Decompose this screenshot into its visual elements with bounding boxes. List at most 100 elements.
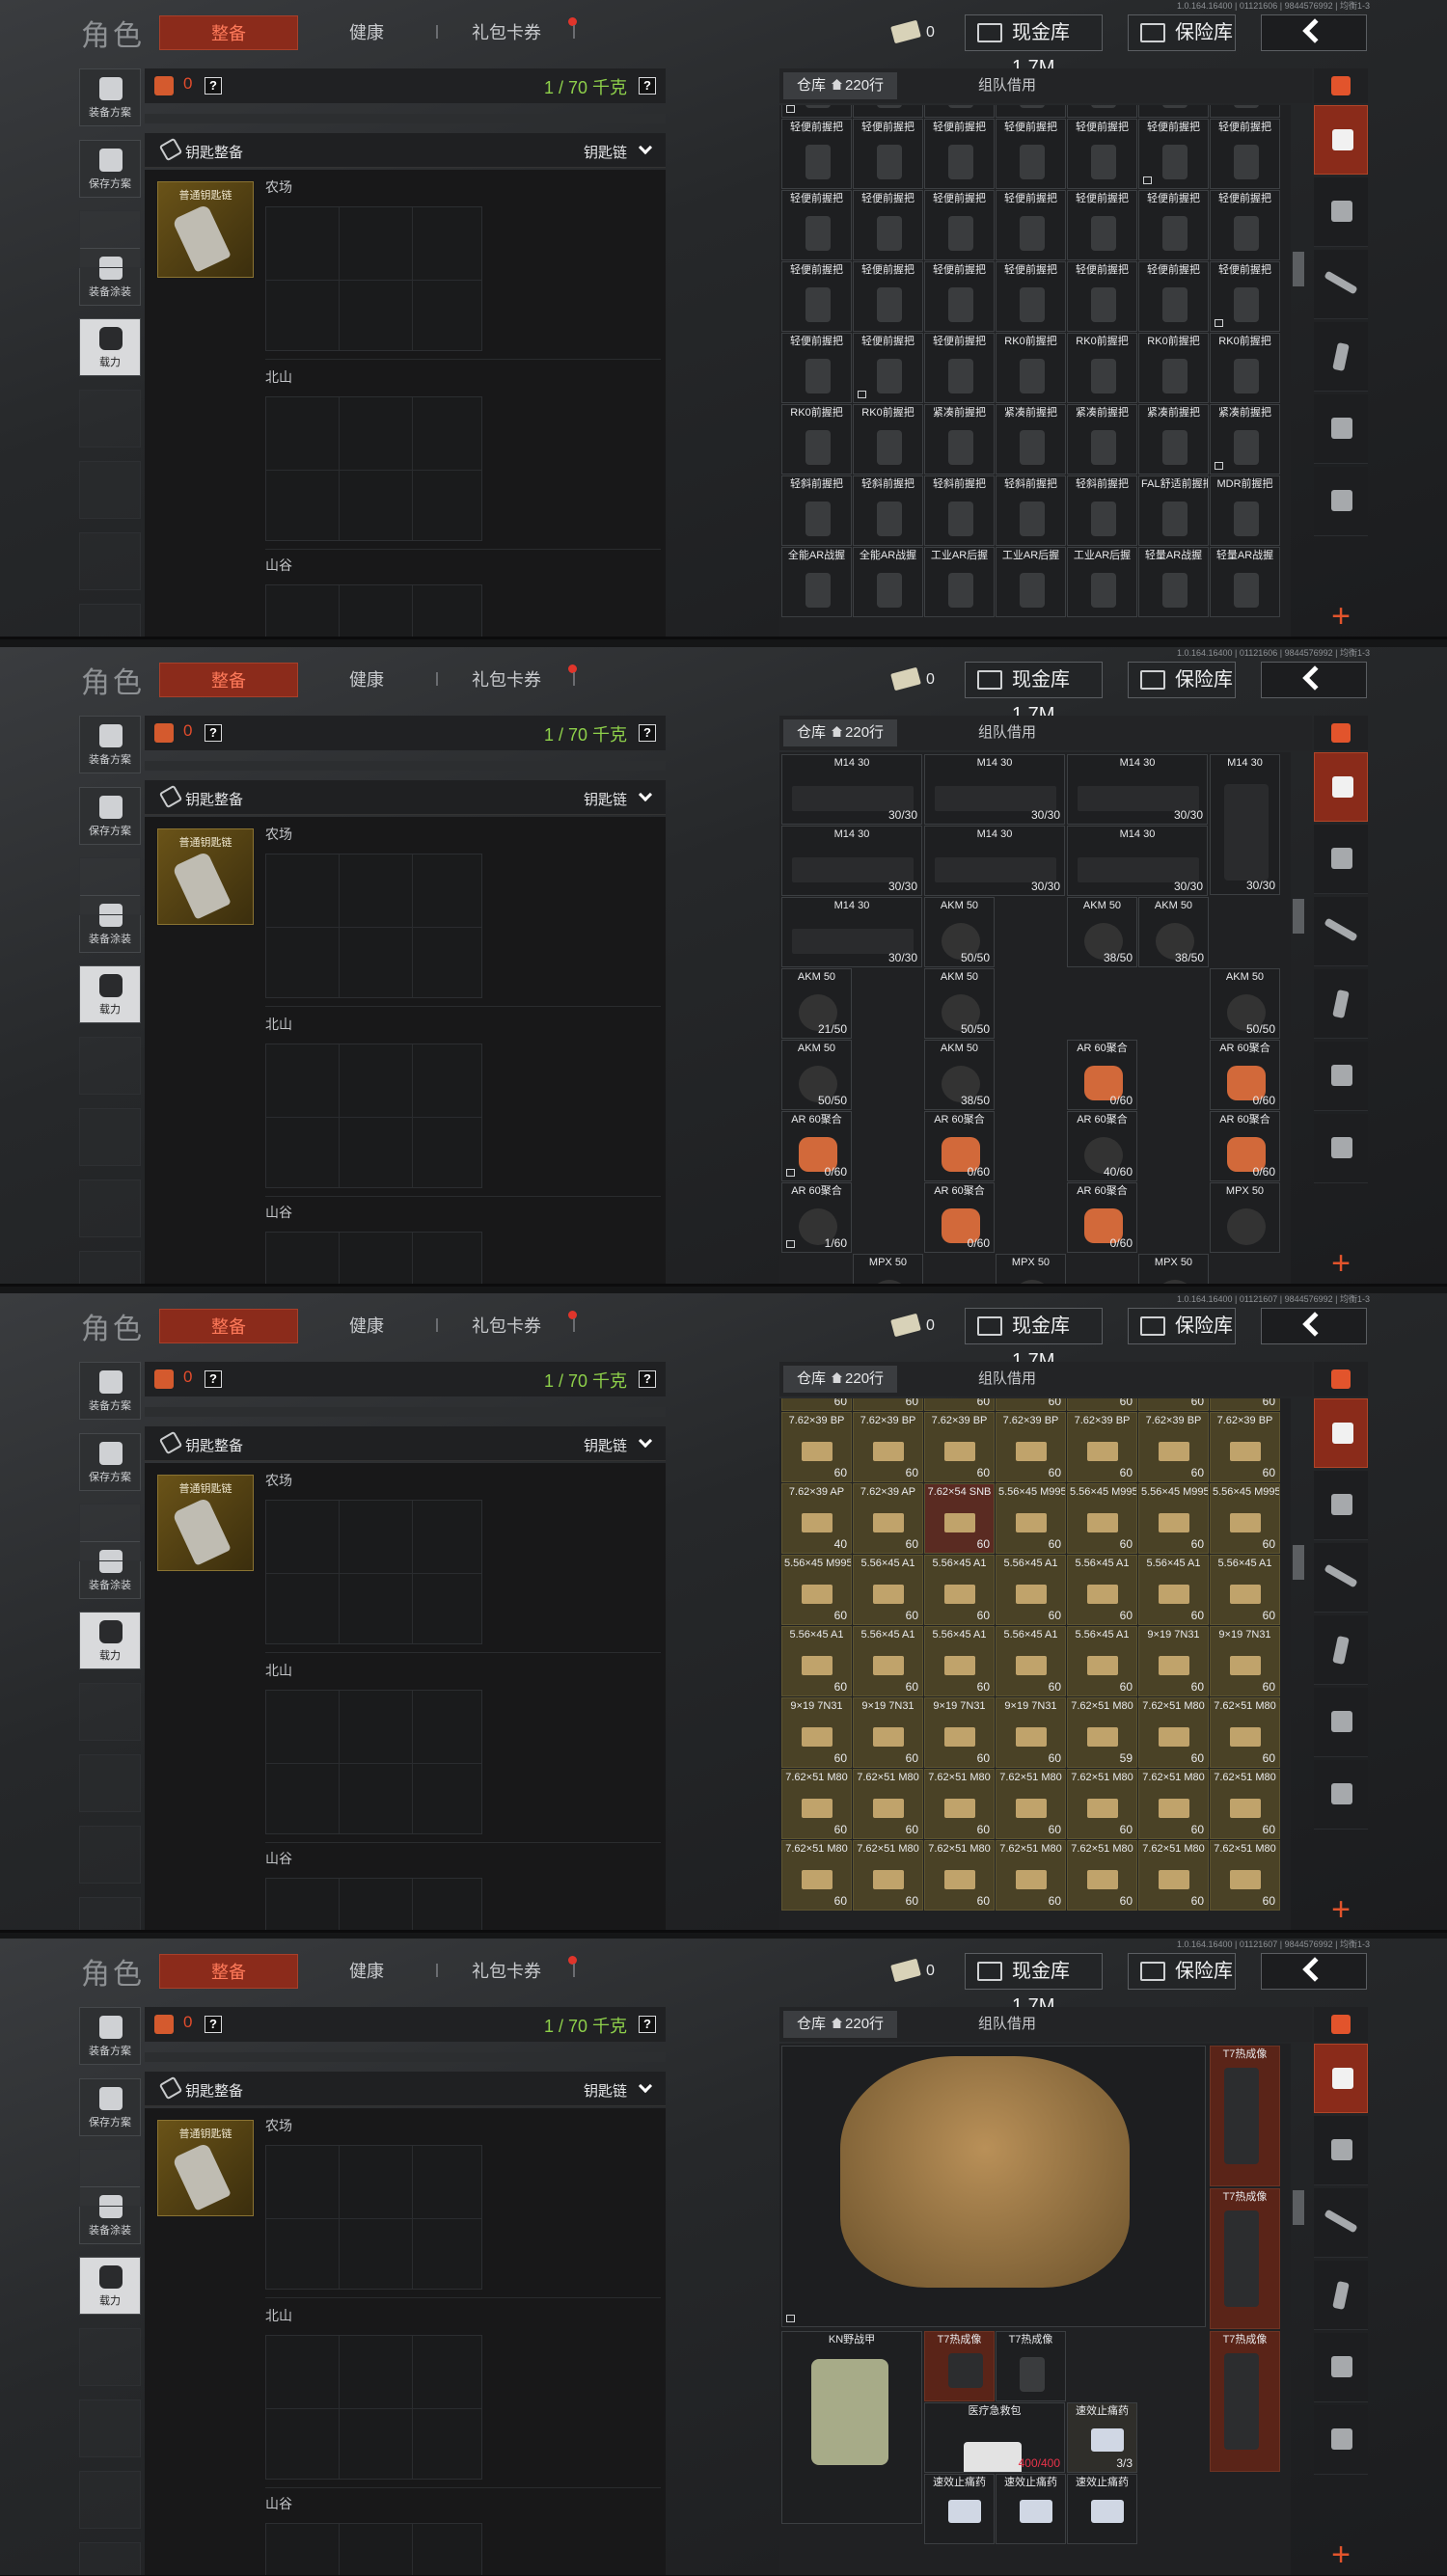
key-grid[interactable] — [265, 2523, 482, 2576]
back-button[interactable] — [1261, 1308, 1367, 1344]
storage-item[interactable]: 9×19 7N31 60 — [924, 1697, 995, 1768]
storage-item[interactable]: T7热成像 — [1210, 2046, 1280, 2186]
add-category-button[interactable]: + — [1314, 2535, 1368, 2576]
storage-item[interactable]: M14 30 30/30 — [924, 826, 1065, 896]
tab-health[interactable]: 健康 — [318, 15, 415, 50]
tab-warehouse[interactable]: 仓库 220行 — [783, 719, 898, 746]
back-button[interactable] — [1261, 1953, 1367, 1990]
help-icon[interactable]: ? — [639, 2016, 656, 2033]
category-all[interactable] — [1314, 1398, 1368, 1468]
key-loadout-header[interactable]: 钥匙整备 钥匙链 — [145, 2072, 666, 2106]
storage-item[interactable]: RK0前握把 — [781, 404, 852, 475]
cash-vault-button[interactable]: 现金库 1.7M — [965, 14, 1103, 78]
storage-item[interactable]: 轻便前握把 — [924, 261, 995, 332]
category-attachments[interactable] — [1314, 394, 1368, 464]
category-ammo[interactable] — [1314, 1114, 1368, 1183]
tab-gift-cards[interactable]: 礼包卡券 — [453, 1954, 560, 1989]
save-plan-button[interactable]: 保存方案 — [79, 2078, 141, 2136]
key-loadout-header[interactable]: 钥匙整备 钥匙链 — [145, 780, 666, 815]
storage-item[interactable]: 9×19 7N31 60 — [853, 1697, 923, 1768]
category-weapons[interactable] — [1314, 1543, 1368, 1613]
category-weapons[interactable] — [1314, 250, 1368, 319]
storage-item[interactable]: 工业AR后握 — [924, 547, 995, 617]
storage-item[interactable]: T7热成像 — [996, 2331, 1066, 2401]
tab-team-borrow[interactable]: 组队借用 — [965, 1366, 1050, 1393]
storage-item[interactable]: RK0前握把 — [853, 404, 923, 475]
storage-item[interactable]: AKM 50 50/50 — [924, 968, 995, 1039]
storage-item[interactable]: 7.62×51 M80 60 — [1210, 1697, 1280, 1768]
scrollbar-thumb[interactable] — [1293, 2190, 1304, 2225]
tab-loadout[interactable]: 整备 — [159, 15, 298, 50]
key-loadout-header[interactable]: 钥匙整备 钥匙链 — [145, 1426, 666, 1461]
storage-item[interactable]: 轻斜前握把 — [924, 475, 995, 546]
storage-item[interactable]: MDR前握把 — [1210, 475, 1280, 546]
storage-item[interactable]: 5.56×45 A1 60 — [781, 1626, 852, 1696]
storage-item[interactable]: 轻便前握把 — [781, 119, 852, 189]
storage-item[interactable]: AR 60聚合 1/60 — [781, 1182, 852, 1253]
storage-item[interactable]: 速效止痛药 — [924, 2474, 995, 2544]
tab-gift-cards[interactable]: 礼包卡券 — [453, 15, 560, 50]
storage-item[interactable]: 7.62×51 M80 60 — [924, 1769, 995, 1839]
storage-item[interactable]: MPX 50 — [1210, 1182, 1280, 1253]
storage-item[interactable]: 5.56×45 A1 60 — [1138, 1555, 1209, 1625]
storage-item[interactable]: 轻斜前握把 — [996, 475, 1066, 546]
storage-item[interactable]: RK0前握把 — [1210, 333, 1280, 403]
storage-item[interactable]: 7.62×39 BP60 — [924, 1412, 995, 1482]
add-category-button[interactable]: + — [1314, 597, 1368, 639]
category-all[interactable] — [1314, 752, 1368, 822]
key-grid[interactable] — [265, 1044, 482, 1188]
key-grid[interactable] — [265, 854, 482, 998]
storage-item[interactable]: 轻便前握把 — [853, 119, 923, 189]
storage-item[interactable]: 轻便前握把 — [996, 119, 1066, 189]
storage-item[interactable]: 轻便前握把 — [924, 190, 995, 260]
storage-item[interactable]: AR 60聚合 0/60 — [1210, 1111, 1280, 1181]
storage-item[interactable]: 轻便前握把 — [1138, 190, 1209, 260]
storage-item[interactable] — [1138, 105, 1209, 118]
category-gear[interactable] — [1314, 1471, 1368, 1540]
storage-item[interactable]: 轻便前握把 — [1210, 261, 1280, 332]
storage-item[interactable]: 轻便前握把 — [853, 190, 923, 260]
storage-item[interactable]: 7.62×51 M80 60 — [996, 1840, 1066, 1911]
storage-item[interactable]: 轻便前握把 — [1138, 119, 1209, 189]
storage-item[interactable]: 5.56×45 A1 60 — [924, 1626, 995, 1696]
sort-button[interactable] — [1314, 68, 1368, 103]
tab-health[interactable]: 健康 — [318, 1954, 415, 1989]
storage-item[interactable]: AKM 50 38/50 — [924, 1040, 995, 1110]
category-gear[interactable] — [1314, 825, 1368, 894]
storage-item[interactable]: 7.62×51 M80 60 — [853, 1769, 923, 1839]
key-grid[interactable] — [265, 1878, 482, 1933]
storage-item[interactable] — [781, 2046, 1206, 2327]
storage-item[interactable]: 7.62×39 BP60 — [1067, 1412, 1137, 1482]
loadout-plan-button[interactable]: 装备方案 — [79, 68, 141, 126]
category-gear[interactable] — [1314, 177, 1368, 247]
storage-item[interactable]: AR 60聚合 0/60 — [924, 1111, 995, 1181]
storage-item[interactable]: M14 30 30/30 — [781, 897, 922, 967]
storage-item[interactable]: 7.62×51 M80 60 — [1138, 1769, 1209, 1839]
storage-item[interactable]: AKM 50 38/50 — [1138, 897, 1209, 967]
storage-item[interactable]: 紧凑前握把 — [996, 404, 1066, 475]
storage-item[interactable]: M14 30 30/30 — [781, 826, 922, 896]
storage-item[interactable]: 速效止痛药 — [1067, 2474, 1137, 2544]
storage-item[interactable]: AR 60聚合 40/60 — [1067, 1111, 1137, 1181]
storage-item[interactable]: AR 60聚合 0/60 — [924, 1182, 995, 1253]
category-weapons[interactable] — [1314, 897, 1368, 966]
scrollbar-thumb[interactable] — [1293, 899, 1304, 934]
storage-item[interactable]: 紧凑前握把 — [924, 404, 995, 475]
tab-team-borrow[interactable]: 组队借用 — [965, 719, 1050, 746]
storage-item[interactable]: 7.62×39 BP60 — [1138, 1412, 1209, 1482]
storage-item[interactable]: 7.62×39 BP60 — [924, 1398, 995, 1411]
key-grid[interactable] — [265, 2145, 482, 2290]
safe-box-button[interactable]: 保险库 — [1128, 662, 1236, 698]
scrollbar-thumb[interactable] — [1293, 1545, 1304, 1580]
storage-item[interactable]: MPX 50 — [1138, 1254, 1209, 1287]
storage-item[interactable]: 7.62×54 SNB 60 — [924, 1483, 995, 1554]
storage-item[interactable]: 7.62×51 M80 59 — [1067, 1697, 1137, 1768]
storage-item[interactable]: FAL舒适前握把 — [1138, 475, 1209, 546]
storage-item[interactable]: AR 60聚合 0/60 — [781, 1111, 852, 1181]
sort-button[interactable] — [1314, 1362, 1368, 1396]
storage-item[interactable]: AKM 50 38/50 — [1067, 897, 1137, 967]
sort-button[interactable] — [1314, 2007, 1368, 2042]
category-attachments[interactable] — [1314, 1042, 1368, 1111]
key-grid[interactable] — [265, 2335, 482, 2480]
storage-item[interactable]: M14 30 30/30 — [1210, 754, 1280, 895]
